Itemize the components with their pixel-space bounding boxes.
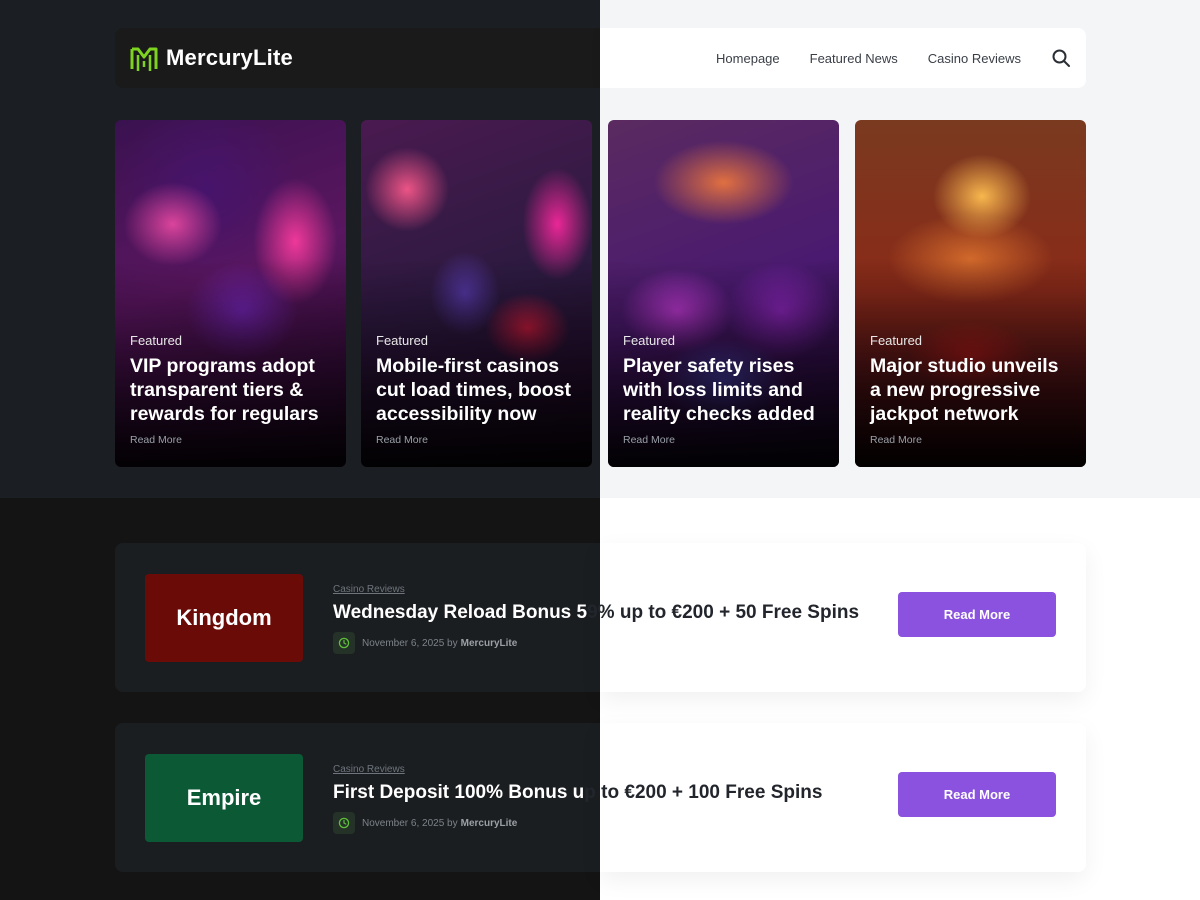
- mercury-m-logo-icon: [130, 47, 158, 71]
- read-more-button[interactable]: Read More: [898, 592, 1056, 637]
- post-date: November 6, 2025 by: [362, 817, 458, 829]
- post-title-dark-part: First Deposit 100% Bonus u: [333, 782, 585, 803]
- post-title-light-part: 9% up to €200 + 50 Free Spins: [587, 602, 860, 623]
- post-row: Kingdom Casino Reviews Wednesday Reload …: [115, 543, 1086, 692]
- post-category-link[interactable]: Casino Reviews: [333, 584, 405, 595]
- post-title-light-part: p to €200 + 100 Free Spins: [584, 782, 823, 803]
- card-title[interactable]: VIP programs adopt transparent tiers & r…: [130, 354, 334, 426]
- nav-featured-news[interactable]: Featured News: [810, 51, 898, 66]
- thumbnail-brand-text: Kingdom: [176, 605, 272, 630]
- card-read-more-link[interactable]: Read More: [376, 434, 580, 446]
- featured-card[interactable]: Featured VIP programs adopt transparent …: [115, 120, 346, 467]
- card-tag: Featured: [376, 333, 429, 348]
- clock-icon: [333, 812, 355, 834]
- card-tag: Featured: [870, 333, 923, 348]
- post-title-dark-part: Wednesday Reload Bonus 5: [333, 602, 588, 623]
- card-title[interactable]: Player safety rises with loss limits and…: [623, 354, 827, 426]
- post-title[interactable]: First Deposit 100% Bonus up to €200 + 10…: [333, 782, 822, 804]
- card-body: Featured Player safety rises with loss l…: [623, 333, 827, 446]
- card-read-more-link[interactable]: Read More: [870, 434, 1074, 446]
- post-meta: November 6, 2025 by MercuryLite: [333, 632, 517, 654]
- header-dark-half: MercuryLite: [115, 28, 600, 88]
- card-body: Featured Major studio unveils a new prog…: [870, 333, 1074, 446]
- featured-card[interactable]: Featured Mobile-first casinos cut load t…: [361, 120, 592, 467]
- card-read-more-link[interactable]: Read More: [623, 434, 827, 446]
- thumbnail-brand-text: Empire: [186, 785, 262, 810]
- card-tag: Featured: [130, 333, 183, 348]
- card-title[interactable]: Major studio unveils a new progressive j…: [870, 354, 1074, 426]
- post-row: Empire Casino Reviews First Deposit 100%…: [115, 723, 1086, 872]
- nav-homepage[interactable]: Homepage: [716, 51, 780, 66]
- post-title[interactable]: Wednesday Reload Bonus 59% up to €200 + …: [333, 602, 859, 624]
- site-header: MercuryLite Homepage Featured News Casin…: [115, 28, 1086, 88]
- main-nav: Homepage Featured News Casino Reviews: [686, 48, 1071, 68]
- brand-name: MercuryLite: [166, 45, 293, 70]
- card-body: Featured VIP programs adopt transparent …: [130, 333, 334, 446]
- card-read-more-link[interactable]: Read More: [130, 434, 334, 446]
- post-date: November 6, 2025 by: [362, 637, 458, 649]
- card-tag: Featured: [623, 333, 676, 348]
- card-body: Featured Mobile-first casinos cut load t…: [376, 333, 580, 446]
- featured-card[interactable]: Featured Major studio unveils a new prog…: [855, 120, 1086, 467]
- post-author[interactable]: MercuryLite: [461, 638, 518, 649]
- header-light-half: Homepage Featured News Casino Reviews: [600, 28, 1086, 88]
- nav-casino-reviews[interactable]: Casino Reviews: [928, 51, 1021, 66]
- card-title[interactable]: Mobile-first casinos cut load times, boo…: [376, 354, 580, 426]
- post-thumbnail[interactable]: Kingdom: [145, 574, 303, 662]
- post-thumbnail[interactable]: Empire: [145, 754, 303, 842]
- featured-card[interactable]: Featured Player safety rises with loss l…: [608, 120, 839, 467]
- search-icon[interactable]: [1051, 48, 1071, 68]
- post-author[interactable]: MercuryLite: [461, 818, 518, 829]
- post-category-link[interactable]: Casino Reviews: [333, 764, 405, 775]
- clock-icon: [333, 632, 355, 654]
- site-logo-link[interactable]: MercuryLite: [130, 43, 293, 73]
- post-meta: November 6, 2025 by MercuryLite: [333, 812, 517, 834]
- read-more-button[interactable]: Read More: [898, 772, 1056, 817]
